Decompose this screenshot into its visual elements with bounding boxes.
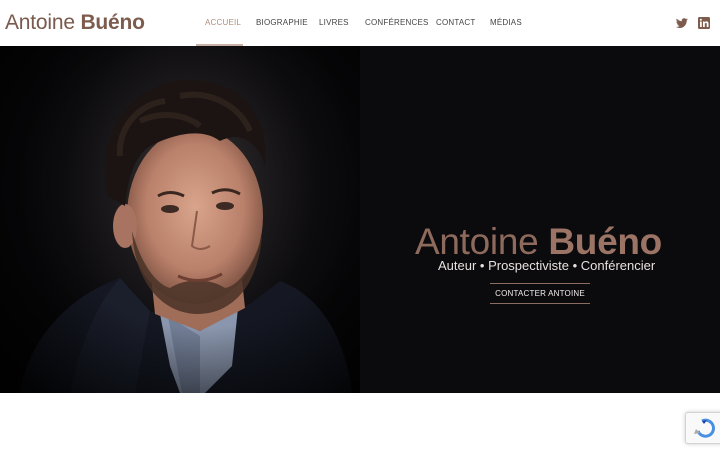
twitter-glyph <box>675 18 688 28</box>
nav-livres[interactable]: LIVRES <box>319 18 349 28</box>
portrait-illustration <box>0 46 360 393</box>
site-logo[interactable]: Antoine Buéno <box>5 10 145 36</box>
hero-tagline: Auteur • Prospectiviste • Conférencier <box>438 258 656 273</box>
contact-antoine-button[interactable]: CONTACTER ANTOINE <box>490 283 590 304</box>
author-portrait <box>0 46 360 393</box>
site-header: Antoine Buéno ACCUEIL BIOGRAPHIE LIVRES … <box>0 0 720 46</box>
hero-section: Antoine Buéno Auteur • Prospectiviste • … <box>0 46 720 393</box>
nav-medias[interactable]: MÉDIAS <box>490 18 522 28</box>
hero-title-text: Antoine Buéno <box>415 222 662 262</box>
recaptcha-icon <box>694 418 715 438</box>
linkedin-icon[interactable] <box>698 16 710 29</box>
nav-accueil[interactable]: ACCUEIL <box>205 18 241 28</box>
twitter-icon[interactable] <box>675 16 688 28</box>
logo-first-name: Antoine <box>5 11 75 34</box>
nav-conferences[interactable]: CONFÉRENCES <box>365 18 429 28</box>
hero-first-name: Antoine <box>415 221 539 262</box>
hero-last-name: Buéno <box>548 221 662 262</box>
recaptcha-badge[interactable] <box>685 412 720 444</box>
linkedin-glyph <box>698 17 710 29</box>
logo-last-name: Buéno <box>80 11 145 34</box>
nav-contact[interactable]: CONTACT <box>436 18 475 28</box>
nav-biographie[interactable]: BIOGRAPHIE <box>256 18 308 28</box>
hero-title: Antoine Buéno <box>0 222 720 262</box>
